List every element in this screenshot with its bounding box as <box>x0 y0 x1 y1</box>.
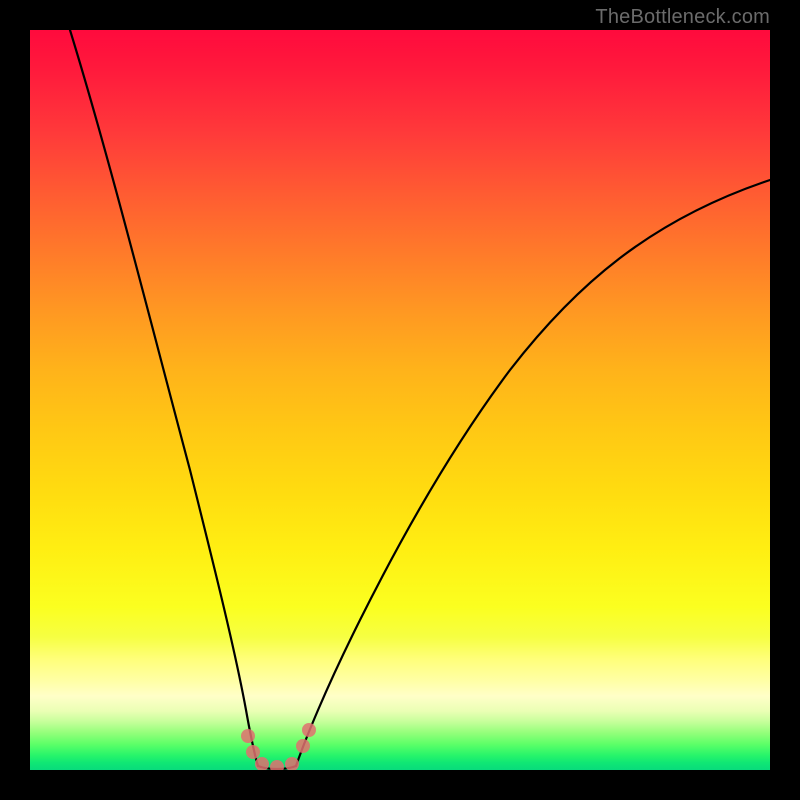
marker-dot <box>302 723 316 737</box>
plot-area <box>30 30 770 770</box>
curve-layer <box>30 30 770 770</box>
watermark-text: TheBottleneck.com <box>595 6 770 29</box>
marker-dot <box>296 739 310 753</box>
marker-dot <box>241 729 255 743</box>
chart-frame: TheBottleneck.com <box>0 0 800 800</box>
left-branch <box>70 30 258 766</box>
right-branch <box>296 180 770 766</box>
marker-dot <box>285 757 299 770</box>
marker-dot <box>246 745 260 759</box>
trough-markers <box>241 723 316 770</box>
marker-dot <box>270 760 284 770</box>
